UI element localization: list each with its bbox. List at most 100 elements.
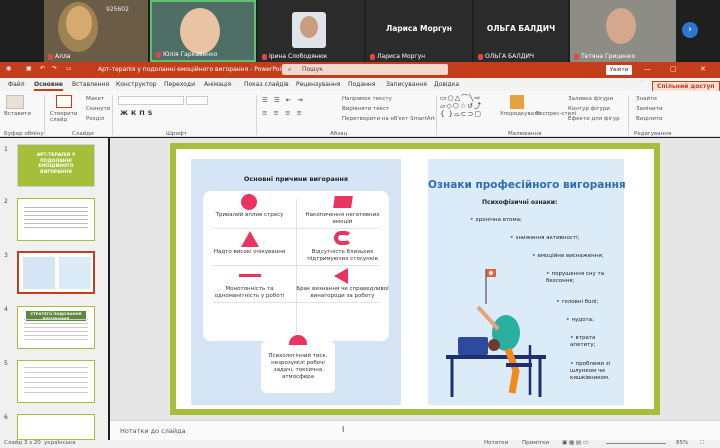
- tab-home[interactable]: Основне: [34, 81, 63, 91]
- current-slide[interactable]: Основні причини вигорання Тривалий вплив…: [170, 143, 660, 415]
- smartart-button[interactable]: Перетворити на об'єкт SmartArt: [342, 116, 435, 122]
- arrow-shape-icon: [334, 268, 348, 284]
- search-icon: ⌕: [288, 66, 292, 73]
- sign-item: • зниження активності;: [510, 235, 580, 241]
- new-slide-button[interactable]: Створити слайд: [50, 111, 78, 123]
- reset-button[interactable]: Скинути: [86, 106, 110, 112]
- tab-help[interactable]: Довідка: [434, 81, 459, 88]
- new-slide-icon[interactable]: [56, 95, 72, 108]
- find-button[interactable]: Знайти: [636, 96, 657, 102]
- tab-view[interactable]: Подання: [348, 81, 375, 88]
- autosave-toggle-icon[interactable]: ◉: [6, 65, 11, 72]
- thumb-number: 4: [4, 306, 8, 313]
- arrange-button[interactable]: Упорядкувати: [500, 111, 541, 117]
- participant-tile-alla[interactable]: 925602 Алла: [44, 0, 148, 62]
- slide-thumbnail-2[interactable]: [17, 198, 95, 241]
- zoom-level[interactable]: 85%: [676, 440, 688, 446]
- replace-button[interactable]: Замінити: [636, 106, 663, 112]
- tab-animations[interactable]: Анімація: [204, 81, 231, 88]
- signin-button[interactable]: Увійти: [606, 65, 632, 75]
- tab-review[interactable]: Рецензування: [296, 81, 340, 88]
- tab-transitions[interactable]: Переходи: [164, 81, 195, 88]
- exhausted-worker-illustration: [446, 269, 546, 397]
- slide-thumbnail-1[interactable]: АРТ-ТЕРАПІЯ У ПОДОЛАННІ ЕМОЦІЙНОГО ВИГОР…: [17, 144, 95, 187]
- group-clipboard-label: Буфер обміну: [4, 131, 44, 137]
- shape-outline-button[interactable]: Контур фігури: [568, 106, 610, 112]
- participant-video: [606, 8, 636, 44]
- participant-code: 925602: [106, 6, 129, 13]
- slide-notes-area[interactable]: Нотатки до слайда I: [110, 420, 720, 440]
- font-name-select[interactable]: [118, 96, 184, 105]
- notes-toggle-button[interactable]: Нотатки: [484, 440, 508, 446]
- tab-recording[interactable]: Записування: [386, 81, 427, 88]
- thumb-text-lines: [24, 319, 88, 343]
- participant-tile-olha[interactable]: ОЛЬГА БАЛДИЧ ОЛЬГА БАЛДИЧ: [474, 0, 568, 62]
- cause-high-expectations: Надто високі очікування: [203, 228, 296, 265]
- paste-button[interactable]: Вставити: [4, 111, 31, 117]
- slide-thumbnail-4[interactable]: СТРАТЕГІЇ ПОДОЛАННЯ ВИГОРАННЯ: [17, 306, 95, 349]
- tab-design[interactable]: Конструктор: [116, 81, 157, 88]
- cause-no-support: Відсутність близьких підтримуючих стосун…: [296, 228, 389, 265]
- cause-monotony: Монотонність та одноманітність у роботі: [203, 265, 296, 302]
- participant-tile-larysa[interactable]: Лариса Моргун Лариса Моргун: [366, 0, 472, 62]
- document-title: Арт-терапія у подоланні емоційного вигор…: [98, 66, 288, 73]
- signs-heading: Психофізичні ознаки:: [482, 199, 558, 206]
- tab-slideshow[interactable]: Показ слайдів: [244, 81, 289, 88]
- shape-effects-button[interactable]: Ефекти для фігур: [568, 116, 620, 122]
- language-indicator[interactable]: українська: [44, 440, 76, 446]
- arc-shape-icon: [334, 231, 352, 245]
- undo-icon[interactable]: ↶: [40, 65, 45, 72]
- cause-stress: Тривалий вплив стресу: [203, 191, 296, 228]
- save-icon[interactable]: ▣: [26, 65, 32, 72]
- tab-insert[interactable]: Вставлення: [72, 81, 109, 88]
- text-direction-button[interactable]: Напрямок тексту: [342, 96, 392, 102]
- causes-heading: Основні причини вигорання: [243, 175, 349, 183]
- maximize-icon[interactable]: ▢: [670, 65, 677, 73]
- participant-tile-yulia[interactable]: Юлія Гаркавенко: [150, 0, 256, 62]
- burnout-causes-panel: Основні причини вигорання Тривалий вплив…: [191, 159, 401, 405]
- start-slideshow-icon[interactable]: ▭: [66, 65, 72, 72]
- ribbon-home: Вставити Буфер обміну Створити слайд Мак…: [0, 91, 720, 137]
- ribbon-separator: [112, 95, 113, 135]
- font-format-buttons-icon[interactable]: ЖКПS: [120, 109, 155, 117]
- section-button[interactable]: Розділ: [86, 116, 104, 122]
- align-text-button[interactable]: Вирівняти текст: [342, 106, 389, 112]
- redo-icon[interactable]: ↷: [52, 65, 57, 72]
- search-input[interactable]: ⌕ Пошук: [282, 64, 448, 75]
- list-buttons-icon[interactable]: ☰ ☰ ⇤ ⇥: [262, 96, 305, 104]
- layout-button[interactable]: Макет: [86, 96, 104, 102]
- shape-fill-button[interactable]: Заливка фігури: [568, 96, 613, 102]
- align-buttons-icon[interactable]: ≡ ≡ ≡ ≡: [262, 109, 304, 117]
- view-buttons-icon[interactable]: ▣ ▦ ▤ ▭: [562, 440, 588, 446]
- minimize-icon[interactable]: —: [644, 65, 651, 73]
- slide-thumbnails-panel: 1 АРТ-ТЕРАПІЯ У ПОДОЛАННІ ЕМОЦІЙНОГО ВИГ…: [0, 138, 108, 440]
- arrange-icon[interactable]: [510, 95, 524, 109]
- text-cursor-icon: I: [342, 425, 345, 434]
- tab-file[interactable]: Файл: [8, 81, 25, 88]
- fit-slide-icon[interactable]: ⛶: [700, 440, 704, 447]
- slide-thumbnail-3[interactable]: [17, 251, 95, 294]
- participant-tile-tetiana[interactable]: Тетяна Гриценко: [570, 0, 676, 62]
- comments-toggle-button[interactable]: Примітки: [522, 440, 549, 446]
- ribbon-separator: [628, 95, 629, 135]
- paste-clipboard-icon[interactable]: [6, 95, 24, 109]
- participant-tile-iryna[interactable]: Ірина Слободянюк: [258, 0, 364, 62]
- slide-thumbnail-5[interactable]: [17, 360, 95, 403]
- thumb-text-lines: [24, 367, 88, 395]
- sign-item: • втрата апетиту;: [570, 335, 596, 348]
- close-icon[interactable]: ✕: [700, 65, 706, 73]
- slide-thumbnail-6[interactable]: [17, 414, 95, 440]
- mic-muted-icon: [156, 51, 161, 58]
- shapes-gallery[interactable]: ▭○△⌒╲⇨ ▱◇⬡☆↺⤴{ }⌓⊂⊃▢: [440, 94, 500, 126]
- select-button[interactable]: Виділити: [636, 116, 663, 122]
- font-size-select[interactable]: [186, 96, 208, 105]
- slide-content-area: Основні причини вигорання Тривалий вплив…: [176, 149, 654, 409]
- group-paragraph-label: Абзац: [330, 131, 348, 137]
- status-bar: Слайд 3 з 20 українська Нотатки Примітки…: [0, 440, 720, 448]
- slide-editing-canvas[interactable]: Основні причини вигорання Тривалий вплив…: [110, 138, 720, 420]
- thumb-number: 3: [4, 252, 8, 259]
- cause-no-recognition: Брак визнання чи справедливої винагороди…: [296, 265, 389, 302]
- next-participants-arrow-icon[interactable]: ›: [682, 22, 698, 38]
- ribbon-separator: [44, 95, 45, 135]
- zoom-slider[interactable]: [606, 443, 666, 444]
